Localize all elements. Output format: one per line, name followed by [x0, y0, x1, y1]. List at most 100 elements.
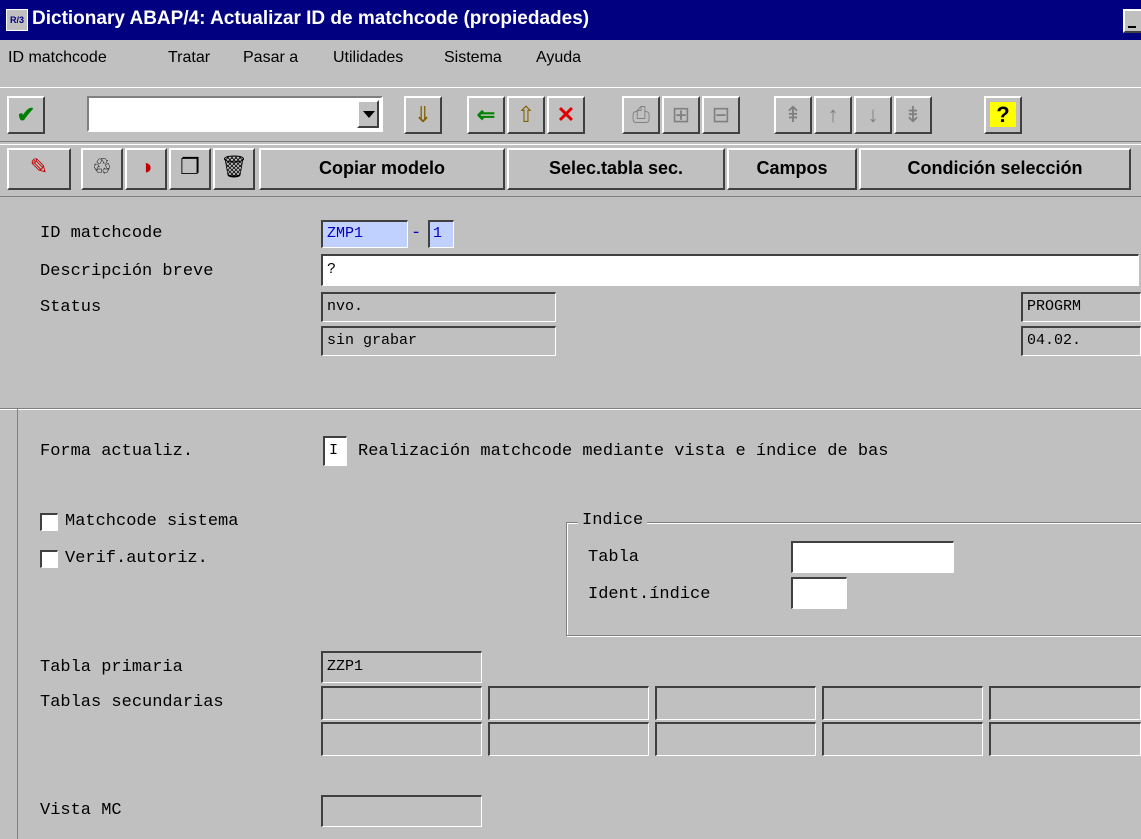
status-field-2: sin grabar	[321, 326, 556, 356]
status-value-2: sin grabar	[327, 332, 418, 349]
menu-tratar[interactable]: Tratar	[168, 49, 210, 67]
next-page-icon: ↓	[867, 102, 879, 127]
descripcion-breve-field[interactable]: ?	[321, 254, 1139, 286]
tabla-secundaria-field	[488, 686, 649, 720]
help-icon: ?	[990, 102, 1016, 127]
indice-group-title: Indice	[578, 511, 648, 530]
selec-tabla-sec-label: Selec.tabla sec.	[548, 158, 684, 178]
ident-indice-label: Ident.índice	[588, 585, 711, 604]
status-field-1: nvo.	[321, 292, 556, 322]
next-page-button[interactable]: ↓	[854, 96, 892, 134]
back-button[interactable]: ⇐	[467, 96, 505, 134]
selec-tabla-sec-button[interactable]: Selec.tabla sec.	[507, 148, 725, 190]
vista-mc-field	[321, 795, 482, 827]
copiar-modelo-label: Copiar modelo	[318, 158, 445, 178]
tabla-secundaria-field	[655, 722, 816, 756]
author-field: PROGRM	[1021, 292, 1141, 322]
verif-autoriz-checkbox[interactable]	[40, 550, 58, 568]
display-change-button[interactable]: ✎	[7, 148, 71, 190]
tabla-secundaria-field	[321, 722, 482, 756]
tabla-secundaria-field	[321, 686, 482, 720]
campos-button[interactable]: Campos	[727, 148, 857, 190]
id-separator: -	[411, 224, 422, 243]
display-change-icon: ✎	[29, 154, 49, 179]
tabla-secundaria-field	[989, 722, 1141, 756]
menu-id-matchcode[interactable]: ID matchcode	[8, 49, 107, 67]
forma-actualiz-field[interactable]: I	[323, 436, 347, 466]
matchcode-sistema-checkbox[interactable]	[40, 513, 58, 531]
status-label: Status	[40, 298, 102, 317]
hierarchy-icon: ♲	[92, 154, 112, 179]
copy-icon: ❐	[180, 154, 200, 179]
menu-bar: ID matchcode Tratar Pasar a Utilidades S…	[0, 40, 1141, 76]
copy-button[interactable]: ❐	[169, 148, 211, 190]
forma-actualiz-description: Realización matchcode mediante vista e í…	[358, 442, 889, 461]
help-button[interactable]: ?	[984, 96, 1022, 134]
id-sub-value: 1	[433, 225, 443, 242]
indice-group	[566, 522, 1141, 636]
command-field[interactable]	[87, 96, 383, 132]
verif-autoriz-label: Verif.autoriz.	[65, 549, 208, 568]
window-title: Dictionary ABAP/4: Actualizar ID de matc…	[32, 8, 590, 29]
last-page-icon: ⇟	[903, 102, 923, 127]
tabla-primaria-field: ZZP1	[321, 651, 482, 683]
id-matchcode-field[interactable]: ZMP1	[321, 220, 408, 248]
tabla-primaria-value: ZZP1	[327, 658, 364, 675]
delete-button[interactable]: 🗑	[213, 148, 255, 190]
copiar-modelo-button[interactable]: Copiar modelo	[259, 148, 505, 190]
menu-sistema[interactable]: Sistema	[444, 49, 502, 67]
save-button[interactable]: ⇓	[404, 96, 442, 134]
descripcion-breve-label: Descripción breve	[40, 262, 214, 281]
find-next-button[interactable]: ⊟	[702, 96, 740, 134]
author-value: PROGRM	[1027, 298, 1082, 315]
tabla-secundaria-field	[655, 686, 816, 720]
id-matchcode-label: ID matchcode	[40, 224, 163, 243]
first-page-icon: ⇞	[783, 102, 803, 127]
find-button[interactable]: ⊞	[662, 96, 700, 134]
tabla-secundaria-field	[488, 722, 649, 756]
tabla-secundaria-field	[822, 686, 983, 720]
first-page-button[interactable]: ⇞	[774, 96, 812, 134]
descripcion-breve-value: ?	[327, 261, 337, 278]
sap-logo-icon: R/3	[6, 9, 28, 31]
find-icon: ⊞	[671, 102, 691, 127]
hierarchy-button[interactable]: ♲	[81, 148, 123, 190]
id-matchcode-value: ZMP1	[327, 225, 364, 242]
enter-button[interactable]: ✔	[7, 96, 45, 134]
activate-button[interactable]: ◑	[125, 148, 167, 190]
exit-icon: ⇧	[516, 102, 536, 127]
left-frame-edge	[17, 409, 18, 839]
cancel-icon: ✕	[556, 102, 576, 127]
id-sub-field[interactable]: 1	[428, 220, 454, 248]
print-button[interactable]: ⎙	[622, 96, 660, 134]
last-page-button[interactable]: ⇟	[894, 96, 932, 134]
ident-indice-field[interactable]	[791, 577, 847, 609]
previous-page-button[interactable]: ↑	[814, 96, 852, 134]
condicion-seleccion-label: Condición selección	[907, 158, 1083, 178]
minimize-button[interactable]	[1123, 9, 1141, 33]
tabla-secundaria-field	[822, 722, 983, 756]
menu-utilidades[interactable]: Utilidades	[333, 49, 403, 67]
save-icon: ⇓	[413, 102, 433, 127]
tabla-field[interactable]	[791, 541, 954, 573]
tablas-secundarias-label: Tablas secundarias	[40, 693, 224, 712]
menu-ayuda[interactable]: Ayuda	[536, 49, 581, 67]
condicion-seleccion-button[interactable]: Condición selección	[859, 148, 1131, 190]
tabla-primaria-label: Tabla primaria	[40, 658, 183, 677]
activate-icon: ◑	[139, 154, 153, 179]
date-field: 04.02.	[1021, 326, 1141, 356]
previous-page-icon: ↑	[827, 102, 839, 127]
back-icon: ⇐	[476, 102, 496, 127]
forma-actualiz-value: I	[329, 442, 339, 459]
vista-mc-label: Vista MC	[40, 801, 122, 820]
menu-pasar-a[interactable]: Pasar a	[243, 49, 298, 67]
tabla-label: Tabla	[588, 548, 640, 567]
matchcode-sistema-label: Matchcode sistema	[65, 512, 239, 531]
exit-button[interactable]: ⇧	[507, 96, 545, 134]
check-icon: ✔	[16, 102, 36, 127]
command-dropdown-button[interactable]	[357, 100, 379, 128]
date-value: 04.02.	[1027, 332, 1082, 349]
status-value-1: nvo.	[327, 298, 364, 315]
cancel-button[interactable]: ✕	[547, 96, 585, 134]
delete-icon: 🗑	[220, 154, 248, 179]
